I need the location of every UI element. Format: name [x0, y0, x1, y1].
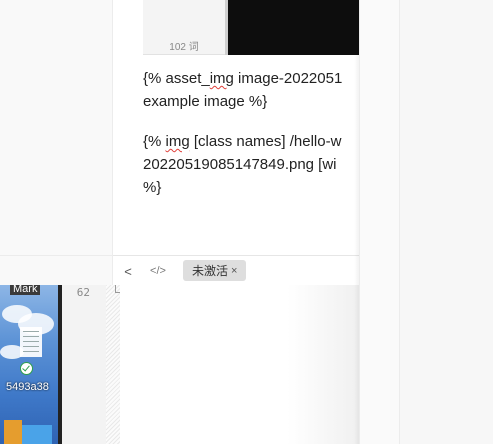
code-editor[interactable]: 62	[62, 285, 359, 444]
thumbnail-light-part: 102 词	[143, 0, 225, 55]
check-icon	[20, 362, 33, 375]
image-thumbnail[interactable]: 102 词	[143, 0, 359, 55]
paragraph-text: {%	[143, 133, 166, 150]
back-icon[interactable]: <	[121, 261, 135, 281]
sidebar-panel	[0, 0, 113, 255]
screen: 102 词 {% asset_img image-2022051 example…	[0, 0, 493, 444]
paragraph-text: {% asset_	[143, 70, 210, 87]
image-tile	[22, 425, 52, 444]
note-preview: 102 词 {% asset_img image-2022051 example…	[113, 0, 359, 255]
sidebar-footer	[0, 255, 113, 285]
tag-label: 未激活	[192, 264, 229, 278]
paragraph-text: example image %}	[143, 93, 268, 110]
image-tile	[4, 420, 22, 444]
thumbnail-dark-image	[228, 0, 359, 55]
document-icon	[20, 327, 42, 357]
line-number: 62	[76, 286, 90, 299]
close-icon[interactable]: ×	[231, 265, 237, 277]
tag-chip[interactable]: 未激活 ×	[183, 260, 247, 281]
preview-toolbar: < </> 未激活 ×	[113, 255, 359, 285]
misspelled-word: img	[165, 133, 190, 150]
file-label: Mark	[10, 285, 41, 295]
window-shadow	[354, 0, 360, 444]
paragraph-img-tag[interactable]: {% img [class names] /hello-w 2022051908…	[143, 130, 341, 199]
paragraph-text: [class names] /hello-w	[189, 133, 342, 150]
line-number-gutter: 62	[62, 285, 106, 444]
file-name: 5493a38	[6, 381, 49, 393]
editor-text-area[interactable]	[120, 285, 359, 444]
paragraph-text: 20220519085147849.png [wi	[143, 156, 337, 173]
paragraph-text: %}	[143, 179, 162, 196]
paragraph-asset-img[interactable]: {% asset_img image-2022051 example image…	[143, 67, 342, 113]
file-browser-thumbnail[interactable]: Mark 5493a38	[0, 285, 58, 444]
misspelled-word: img	[209, 70, 234, 87]
fold-column	[106, 285, 120, 444]
word-count: 102 词	[169, 42, 199, 53]
paragraph-text: image-2022051	[233, 70, 343, 87]
code-view-icon[interactable]: </>	[149, 261, 167, 281]
window-edge	[359, 0, 400, 444]
